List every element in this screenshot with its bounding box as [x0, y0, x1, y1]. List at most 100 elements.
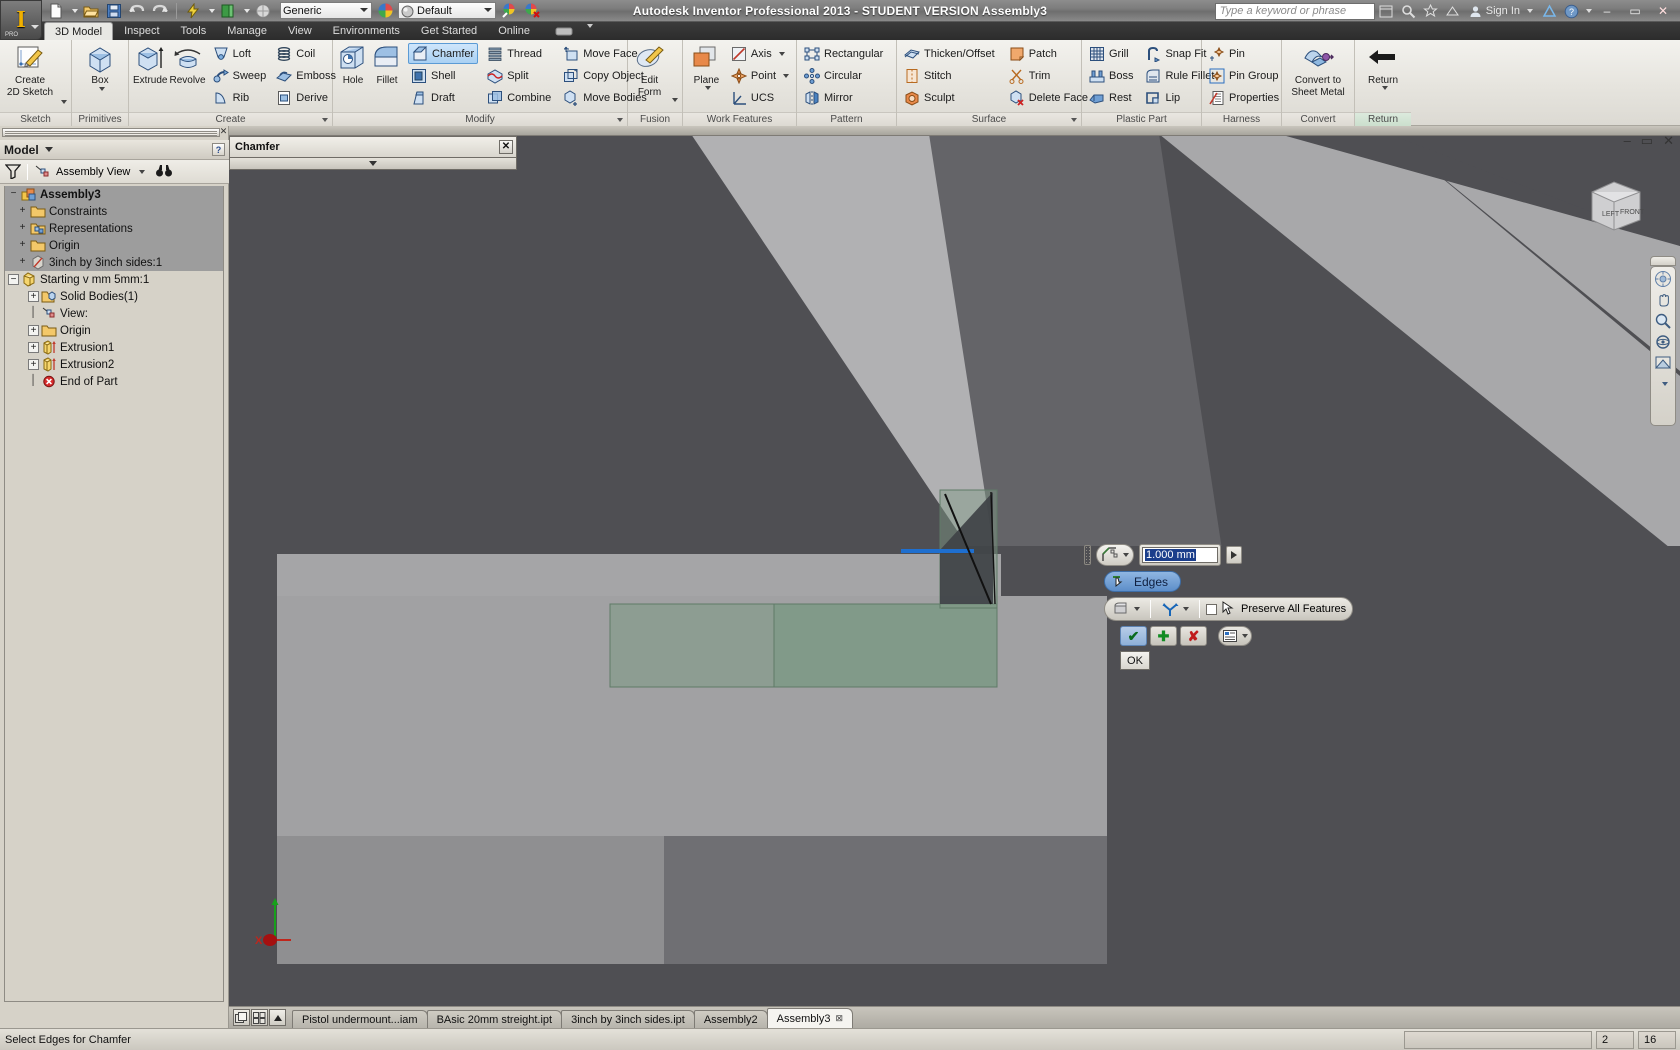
return-green-icon[interactable]	[218, 1, 238, 20]
exchange-apps-icon[interactable]	[1443, 2, 1463, 21]
search-icon[interactable]	[1399, 2, 1419, 21]
tab-scroll-up-button[interactable]	[269, 1009, 286, 1026]
close-button[interactable]: ✕	[1650, 2, 1676, 20]
fillet-button[interactable]: Fillet	[371, 43, 403, 86]
tab-online[interactable]: Online	[487, 22, 540, 40]
favorites-star-icon[interactable]	[1421, 2, 1441, 21]
chamfer-add-button[interactable]: ✚	[1150, 626, 1177, 646]
tab-environments[interactable]: Environments	[322, 22, 410, 40]
chevron-down-icon[interactable]	[369, 161, 377, 166]
search-input[interactable]: Type a keyword or phrase	[1214, 2, 1375, 20]
emboss-button[interactable]: Emboss	[273, 65, 339, 86]
update-icon[interactable]	[183, 1, 203, 20]
chamfer-distance-more-button[interactable]	[1226, 546, 1242, 564]
chamfer-mini-toolbar[interactable]: 1.000 mm Edges Preserve All Features ✔ ✚…	[1084, 544, 1354, 675]
tree-expander[interactable]: +	[28, 325, 39, 336]
tile-windows-button[interactable]	[251, 1009, 268, 1026]
sign-in-button[interactable]: Sign In	[1465, 5, 1537, 18]
doc-tab-pistol-undermount[interactable]: Pistol undermount...iam	[292, 1010, 428, 1028]
appearance-caret[interactable]	[484, 8, 492, 12]
appearance-combo[interactable]: Default	[398, 2, 496, 19]
setback-caret[interactable]	[1183, 607, 1189, 611]
appearance-picker-icon[interactable]	[499, 1, 519, 20]
full-navigation-wheel-icon[interactable]	[1653, 270, 1673, 288]
mini-toolbar-drag-handle[interactable]	[1084, 545, 1091, 565]
doc-tab-basic-20mm-streight[interactable]: BAsic 20mm streight.ipt	[426, 1010, 563, 1028]
chamfer-dialog-titlebar[interactable]: Chamfer ✕	[229, 136, 517, 158]
sign-in-caret[interactable]	[1527, 9, 1533, 13]
loft-button[interactable]: Loft	[210, 43, 270, 64]
chamfer-distance-input[interactable]: 1.000 mm	[1142, 547, 1218, 563]
convert-to-sheet-metal-button[interactable]: Convert to Sheet Metal	[1286, 43, 1350, 98]
rest-button[interactable]: Rest	[1086, 87, 1136, 108]
thread-button[interactable]: Thread	[484, 43, 554, 64]
undo-icon[interactable]	[127, 1, 147, 20]
browser-close-icon[interactable]: ✕	[219, 126, 228, 137]
sketch-dropdown-caret[interactable]	[61, 100, 67, 104]
patch-button[interactable]: Patch	[1006, 43, 1091, 64]
extrude-button[interactable]: Extrude	[133, 43, 167, 86]
draft-button[interactable]: Draft	[408, 87, 478, 108]
shell-button[interactable]: Shell	[408, 65, 478, 86]
axis-caret[interactable]	[778, 51, 785, 56]
axis-button[interactable]: Axis	[728, 43, 792, 64]
browser-title-caret[interactable]	[44, 147, 53, 152]
plane-button[interactable]: Plane	[687, 43, 726, 90]
more-options-caret[interactable]	[1241, 634, 1248, 638]
tree-expander[interactable]: +	[28, 342, 39, 353]
doc-tab-assembly3[interactable]: Assembly3 ⊠	[766, 1008, 853, 1028]
3d-scene[interactable]	[229, 126, 1680, 1028]
tree-node-solid-bodies[interactable]: + Solid Bodies(1)	[5, 288, 223, 305]
doc-tab-3inch-by-3inch-sides[interactable]: 3inch by 3inch sides.ipt	[561, 1010, 695, 1028]
point-caret[interactable]	[783, 73, 789, 78]
tree-node-origin-sub[interactable]: + Origin	[5, 322, 223, 339]
grill-button[interactable]: Grill	[1086, 43, 1136, 64]
clear-appearance-icon[interactable]	[522, 1, 542, 20]
chamfer-apply-button[interactable]: ✔	[1120, 626, 1147, 646]
ribbon-display-caret[interactable]	[584, 24, 593, 40]
edges-select-button[interactable]: Edges	[1104, 571, 1182, 592]
find-binoculars-icon[interactable]	[155, 164, 173, 180]
chamfer-more-options-button[interactable]	[1218, 626, 1252, 646]
tab-manage[interactable]: Manage	[216, 22, 277, 40]
boss-button[interactable]: Boss	[1086, 65, 1136, 86]
chamfer-ok-button[interactable]: OK	[1120, 651, 1150, 670]
trim-button[interactable]: Trim	[1006, 65, 1091, 86]
create-panel-expand-caret[interactable]	[322, 118, 328, 122]
point-button[interactable]: Point	[728, 65, 792, 86]
doc-minimize-button[interactable]: –	[1624, 133, 1631, 149]
properties-button[interactable]: Properties	[1206, 87, 1282, 108]
delete-face-button[interactable]: Delete Face	[1006, 87, 1091, 108]
surface-panel-expand-caret[interactable]	[1071, 118, 1077, 122]
tree-node-constraints[interactable]: + Constraints	[5, 203, 223, 220]
thicken-offset-button[interactable]: Thicken/Offset	[901, 43, 998, 64]
minimize-button[interactable]: –	[1594, 2, 1620, 20]
doc-restore-button[interactable]: ▭	[1641, 133, 1653, 149]
revolve-button[interactable]: Revolve	[169, 43, 206, 86]
chamfer-cancel-button[interactable]: ✘	[1180, 626, 1207, 646]
modify-panel-expand-caret[interactable]	[617, 118, 623, 122]
help-caret[interactable]	[1586, 9, 1592, 13]
look-at-icon[interactable]	[1653, 354, 1673, 372]
stitch-button[interactable]: Stitch	[901, 65, 998, 86]
tree-expander[interactable]: +	[28, 359, 39, 370]
chamfer-type-button[interactable]	[1096, 544, 1134, 566]
return-dropdown-caret[interactable]	[244, 8, 250, 13]
tab-inspect[interactable]: Inspect	[113, 22, 169, 40]
preserve-all-features-checkbox[interactable]	[1206, 603, 1217, 615]
tree-expander[interactable]: −	[8, 274, 19, 285]
material-color-wheel-icon[interactable]	[375, 1, 395, 20]
browser-help-icon[interactable]: ?	[212, 143, 225, 156]
setback-button[interactable]	[1157, 598, 1193, 620]
zoom-icon[interactable]	[1653, 312, 1673, 330]
tree-node-representations[interactable]: + Representations	[5, 220, 223, 237]
filter-icon[interactable]	[4, 163, 22, 180]
doc-close-button[interactable]: ✕	[1663, 133, 1674, 149]
tab-get-started[interactable]: Get Started	[410, 22, 487, 40]
sweep-button[interactable]: Sweep	[210, 65, 270, 86]
tree-node-end-of-part[interactable]: │ End of Part	[5, 373, 223, 390]
create-2d-sketch-button[interactable]: Create 2D Sketch	[4, 43, 56, 98]
chamfer-distance-field-wrap[interactable]: 1.000 mm	[1139, 544, 1221, 566]
tab-view[interactable]: View	[277, 22, 322, 40]
open-document-icon[interactable]	[81, 1, 101, 20]
